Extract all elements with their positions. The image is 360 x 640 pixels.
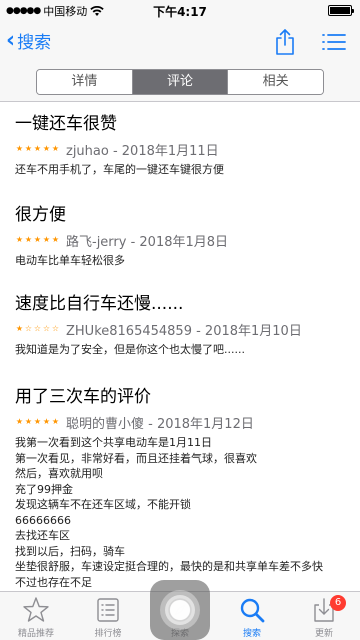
review-meta: ★ ★ ★ ★ ★ 路飞-jerry - 2018年1月8日 (15, 231, 229, 250)
star-filled-icon: ★ (42, 144, 51, 153)
share-icon (276, 29, 294, 55)
review-meta: ★ ★ ★ ★ ★ 聪明的曹小傻 - 2018年1月12日 (15, 413, 323, 432)
star-filled-icon: ★ (33, 144, 42, 153)
assistive-touch-button[interactable] (150, 580, 210, 640)
review-item: 一键还车很赞 ★ ★ ★ ★ ★ zjuhao - 2018年1月11日 还车不用手机了… (0, 113, 234, 178)
search-icon (240, 598, 265, 623)
list-icon (97, 598, 119, 622)
review-item: 速度比自行车还慢...... ★ ☆ ☆ ☆ ☆ ZHUke8165454859 - 2… (0, 293, 312, 358)
review-body: 电动车比单车轻松很多 (15, 254, 125, 267)
star-filled-icon: ★ (51, 144, 60, 153)
tab-search[interactable]: 搜索 (216, 592, 288, 640)
reviews-list: 一键还车很赞 ★ ★ ★ ★ ★ zjuhao - 2018年1月11日 还车不用手机了… (0, 103, 360, 591)
star-empty-icon: ☆ (24, 324, 33, 333)
star-filled-icon: ★ (24, 235, 33, 244)
review-title: 用了三次车的评价 (15, 387, 151, 407)
star-icon (23, 597, 49, 622)
star-filled-icon: ★ (15, 324, 24, 333)
review-author-date: 聪明的曹小傻 - 2018年1月12日 (66, 416, 254, 432)
star-empty-icon: ☆ (33, 324, 42, 333)
list-button[interactable] (322, 32, 346, 52)
review-body: 我第一次看到这个共享电动车是1月11日 第一次看见，非常好看，而且还挂着气球，很… (15, 436, 323, 589)
review-author-date: ZHUke8165454859 - 2018年1月10日 (66, 323, 302, 339)
star-filled-icon: ★ (24, 417, 33, 426)
star-filled-icon: ★ (15, 144, 24, 153)
review-item: 用了三次车的评价 ★ ★ ★ ★ ★ 聪明的曹小傻 - 2018年1月12日 我第一次看… (0, 386, 333, 591)
review-title: 很方便 (15, 205, 66, 225)
tab-label: 搜索 (242, 629, 261, 639)
star-rating: ★ ★ ★ ★ ★ (15, 235, 60, 245)
battery-icon (328, 5, 354, 16)
share-button[interactable] (272, 28, 298, 56)
tab-related[interactable]: 相关 (227, 70, 323, 94)
review-author-date: 路飞-jerry - 2018年1月8日 (66, 234, 229, 250)
segmented-control: 详情 评论 相关 (36, 69, 324, 95)
tab-label: 排行榜 (94, 629, 122, 639)
chevron-left-icon: ‹ (6, 27, 16, 53)
star-filled-icon: ★ (51, 417, 60, 426)
tab-updates[interactable]: 更新 6 (288, 592, 360, 640)
tab-featured[interactable]: 精品推荐 (0, 592, 72, 640)
review-author-date: zjuhao - 2018年1月11日 (66, 143, 219, 159)
back-label: 搜索 (17, 33, 52, 53)
star-filled-icon: ★ (33, 417, 42, 426)
segment-bar: 详情 评论 相关 (0, 64, 360, 102)
star-filled-icon: ★ (24, 144, 33, 153)
tab-details[interactable]: 详情 (37, 70, 132, 94)
review-body: 还车不用手机了，车尾的一键还车键很方便 (15, 163, 224, 176)
tab-label: 更新 (314, 629, 333, 639)
update-count-badge: 6 (330, 595, 346, 611)
tab-label: 精品推荐 (17, 629, 54, 639)
review-body: 我知道是为了安全，但是你这个也太慢了吧...... (15, 343, 245, 356)
status-bar: ●●●●● 中国移动 下午4:17 (0, 0, 360, 20)
star-empty-icon: ☆ (51, 324, 60, 333)
list-icon (322, 34, 346, 50)
assistive-ring-inner (170, 600, 190, 620)
star-rating: ★ ★ ★ ★ ★ (15, 417, 60, 427)
star-filled-icon: ★ (51, 235, 60, 244)
star-filled-icon: ★ (15, 417, 24, 426)
review-meta: ★ ☆ ☆ ☆ ☆ ZHUke8165454859 - 2018年1月10日 (15, 320, 302, 339)
star-filled-icon: ★ (42, 235, 51, 244)
review-meta: ★ ★ ★ ★ ★ zjuhao - 2018年1月11日 (15, 140, 224, 159)
nav-bar: ‹ 搜索 (0, 20, 360, 64)
review-title: 速度比自行车还慢...... (15, 294, 184, 314)
tab-charts[interactable]: 排行榜 (72, 592, 144, 640)
status-time: 下午4:17 (153, 5, 207, 19)
star-rating: ★ ☆ ☆ ☆ ☆ (15, 324, 60, 334)
review-title: 一键还车很赞 (15, 114, 117, 134)
star-filled-icon: ★ (42, 417, 51, 426)
review-item: 很方便 ★ ★ ★ ★ ★ 路飞-jerry - 2018年1月8日 电动车比单车轻松很… (0, 204, 238, 269)
tab-reviews[interactable]: 评论 (131, 70, 228, 94)
back-button[interactable]: ‹ 搜索 (6, 28, 51, 53)
star-rating: ★ ★ ★ ★ ★ (15, 144, 60, 154)
star-filled-icon: ★ (33, 235, 42, 244)
star-empty-icon: ☆ (42, 324, 51, 333)
star-filled-icon: ★ (15, 235, 24, 244)
